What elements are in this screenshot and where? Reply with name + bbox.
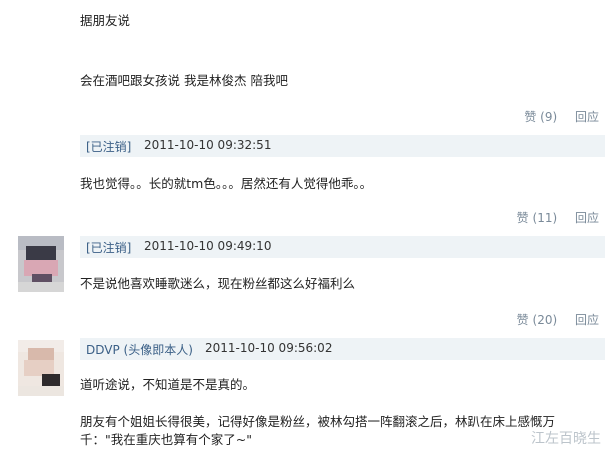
comment-2-text: 我也觉得。。长的就tm色。。。居然还有人觉得他乖。。 (80, 176, 373, 191)
comment-1-line-2: 会在酒吧跟女孩说 我是林俊杰 陪我吧 (80, 73, 288, 88)
comment-2-header: [已注销] 2011-10-10 09:32:51 (80, 135, 605, 157)
comment-1-actions: 赞 (9) 回应 (510, 108, 599, 125)
comment-3-actions: 赞 (20) 回应 (503, 311, 599, 328)
avatar[interactable] (18, 236, 64, 292)
reply-button[interactable]: 回应 (575, 211, 599, 225)
comment-4-line-1: 道听途说，不知道是不是真的。 (80, 377, 256, 392)
comment-3-header: [已注销] 2011-10-10 09:49:10 (80, 236, 605, 258)
reply-button[interactable]: 回应 (575, 110, 599, 124)
comment-timestamp: 2011-10-10 09:56:02 (205, 341, 333, 355)
comment-username[interactable]: [已注销] (86, 138, 131, 155)
comment-4-line-2: 朋友有个姐姐长得很美，记得好像是粉丝，被林勾搭一阵翻滚之后，林趴在床上感慨万千：… (80, 414, 556, 447)
comment-username[interactable]: DDVP (头像即本人) (86, 341, 193, 358)
comment-username[interactable]: [已注销] (86, 239, 131, 256)
like-button[interactable]: 赞 (11) (517, 211, 557, 225)
avatar[interactable] (18, 340, 64, 396)
comment-timestamp: 2011-10-10 09:49:10 (144, 239, 272, 253)
comment-1-line-1: 据朋友说 (80, 13, 131, 28)
comment-2-actions: 赞 (11) 回应 (503, 209, 599, 226)
comment-timestamp: 2011-10-10 09:32:51 (144, 138, 272, 152)
reply-button[interactable]: 回应 (575, 313, 599, 327)
watermark: 江左百晓生 (531, 431, 601, 447)
comment-3-text: 不是说他喜欢睡歌迷么，现在粉丝都这么好福利么 (80, 276, 356, 291)
like-button[interactable]: 赞 (9) (524, 110, 557, 124)
comment-4-header: DDVP (头像即本人) 2011-10-10 09:56:02 (80, 338, 605, 360)
like-button[interactable]: 赞 (20) (517, 313, 557, 327)
